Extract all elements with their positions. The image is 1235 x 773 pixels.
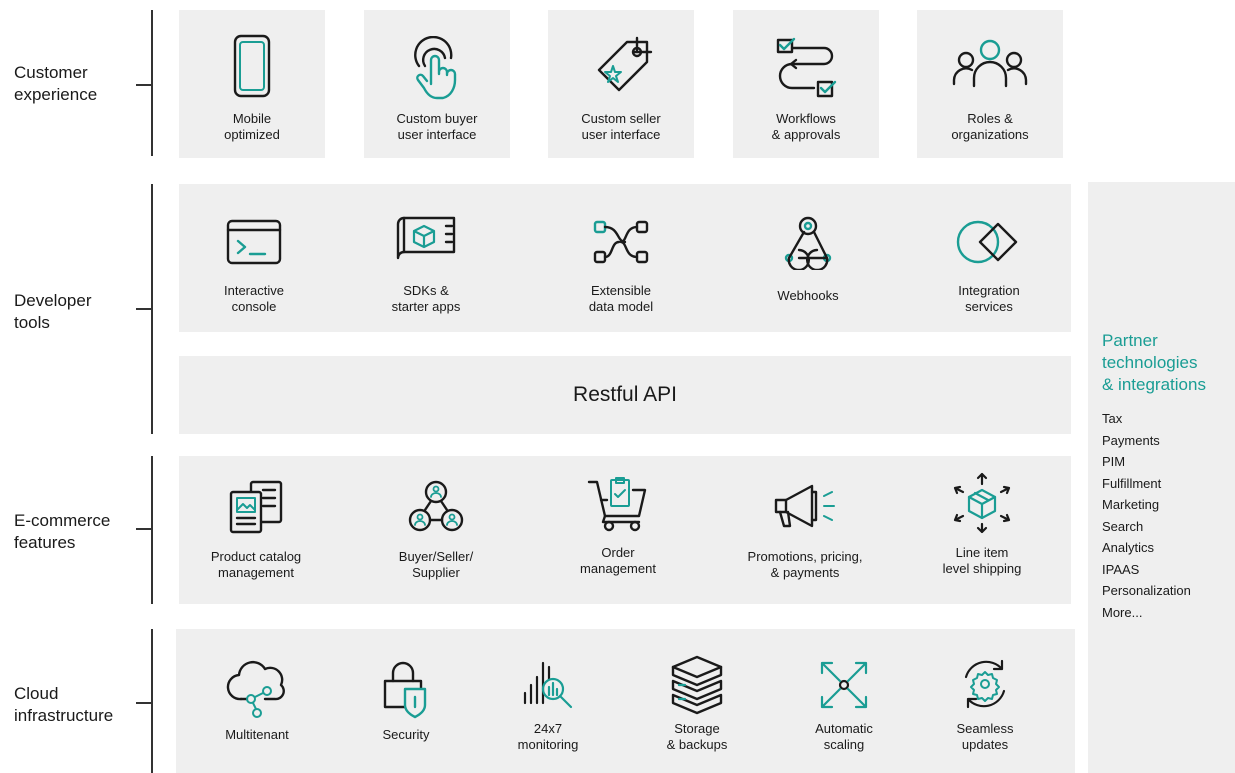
divider-customer [151,10,153,156]
card-mobile: Mobile optimized [179,10,325,158]
divider-cloud [151,629,153,773]
tick-customer [136,84,152,86]
partner-item: PIM [1102,454,1126,469]
caption-integration: Integration services [958,283,1020,314]
partner-item: Tax [1102,411,1123,426]
caption-promotions: Promotions, pricing, & payments [747,549,863,580]
item-interactive-console: Interactive console [179,184,329,332]
item-scaling: Automatic scaling [769,629,919,773]
ecommerce-panel: Product catalog management Buyer/Seller/S… [179,456,1071,604]
caption-workflows: Workflows & approvals [771,111,841,142]
integration-icon [954,218,1024,266]
caption-custom-buyer-ui: Custom buyer user interface [396,111,478,142]
item-webhooks: Webhooks [733,184,883,332]
console-icon [225,218,283,266]
item-promotions: Promotions, pricing, & payments [730,456,880,604]
partner-item: Search [1102,518,1144,534]
caption-interactive-console: Interactive console [224,283,284,314]
caption-multitenant: Multitenant [225,727,289,742]
item-multitenant: Multitenant [182,629,332,773]
item-order-management: Order management [543,456,693,604]
caption-monitoring: 24x7 monitoring [517,721,579,752]
shopping-cart-icon [587,476,649,534]
tick-cloud [136,702,152,704]
shipping-box-icon [951,470,1013,534]
item-sdks: SDKs & starter apps [351,184,501,332]
caption-order-management: Order management [580,545,656,576]
catalog-icon [227,480,285,534]
touch-hand-icon [409,36,465,100]
card-custom-buyer-ui: Custom buyer user interface [364,10,510,158]
storage-stack-icon [667,653,727,717]
item-security: Security [331,629,481,773]
blueprint-icon [394,212,458,266]
restful-api-bar: Restful API [179,356,1071,434]
scaling-arrows-icon [816,657,872,713]
partner-item: Payments [1102,432,1160,448]
update-gear-icon [958,657,1012,711]
workflow-checkbox-icon [774,36,838,100]
layer-label-developer: Developer tools [14,291,92,332]
partner-title: Partner technologies & integrations [1102,331,1206,394]
caption-buyer-seller: Buyer/Seller/Supplier [398,549,474,580]
card-custom-seller-ui: Custom seller user interface [548,10,694,158]
people-group-icon [950,38,1030,94]
caption-security: Security [382,727,430,742]
caption-updates: Seamless updates [956,721,1014,752]
item-data-model: Extensible data model [546,184,696,332]
caption-product-catalog: Product catalog management [210,549,302,580]
cloud-network-icon [225,659,289,719]
lock-shield-icon [381,661,431,721]
item-updates: Seamless updates [910,629,1060,773]
webhooks-icon [777,212,839,270]
caption-mobile: Mobile optimized [224,111,280,142]
card-roles: Roles & organizations [917,10,1063,158]
caption-webhooks: Webhooks [777,288,839,303]
caption-roles: Roles & organizations [951,111,1029,142]
layer-label-customer: Customer experience [14,63,98,104]
layer-label-ecommerce: E-commerce features [14,511,111,552]
caption-custom-seller-ui: Custom seller user interface [581,111,661,142]
tick-ecommerce [136,528,152,530]
developer-tools-panel: Interactive console SDKs & starter apps Ex… [179,184,1071,332]
caption-sdks: SDKs & starter apps [391,283,461,314]
partner-item: Personalization [1102,583,1191,598]
caption-scaling: Automatic scaling [815,721,873,752]
item-monitoring: 24x7 monitoring [473,629,623,773]
partner-panel: Partner technologies & integrations Tax Pay… [1088,182,1235,773]
partner-item: Marketing [1102,497,1160,512]
data-model-icon [591,218,651,268]
caption-storage: Storage & backups [666,721,728,752]
partner-list: Tax Payments PIM Fulfillment Marketing Search… [1102,408,1191,623]
partner-item: More... [1102,604,1143,620]
monitoring-icon [521,657,575,713]
caption-line-item-shipping: Line item level shipping [942,545,1022,576]
buyer-seller-icon [407,478,465,536]
item-buyer-seller: Buyer/Seller/Supplier [361,456,511,604]
item-product-catalog: Product catalog management [181,456,331,604]
partner-item: Analytics [1102,540,1155,555]
tick-developer [136,308,152,310]
mobile-icon [232,34,272,98]
price-tag-icon [589,36,653,100]
partner-item: Fulfillment [1102,475,1162,491]
divider-ecommerce [151,456,153,604]
cloud-panel: Multitenant Security 24x7 monitoring Sto… [176,629,1075,773]
megaphone-icon [772,478,838,532]
layer-label-cloud: Cloud infrastructure [14,684,114,725]
item-storage: Storage & backups [622,629,772,773]
partner-item: IPAAS [1102,561,1140,577]
caption-data-model: Extensible data model [588,283,654,314]
card-workflows: Workflows & approvals [733,10,879,158]
item-integration: Integration services [914,184,1064,332]
item-line-item-shipping: Line item level shipping [907,456,1057,604]
